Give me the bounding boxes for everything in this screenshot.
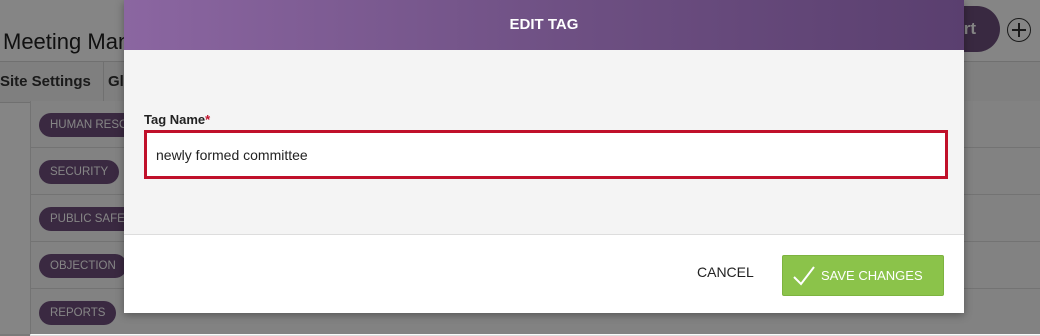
tag-name-label-text: Tag Name (144, 112, 206, 127)
cancel-button[interactable]: CANCEL (697, 264, 754, 280)
check-icon (793, 266, 815, 286)
dialog-title: EDIT TAG (124, 0, 964, 50)
edit-tag-dialog: EDIT TAG Tag Name* CANCEL SAVE CHANGES (124, 0, 964, 313)
dialog-body: Tag Name* (124, 50, 964, 235)
tag-name-label: Tag Name* (144, 112, 210, 127)
tag-name-input[interactable] (144, 130, 948, 179)
save-changes-label: SAVE CHANGES (821, 268, 923, 283)
dialog-footer: CANCEL SAVE CHANGES (124, 235, 964, 313)
save-changes-button[interactable]: SAVE CHANGES (782, 255, 944, 296)
required-mark: * (205, 112, 211, 127)
